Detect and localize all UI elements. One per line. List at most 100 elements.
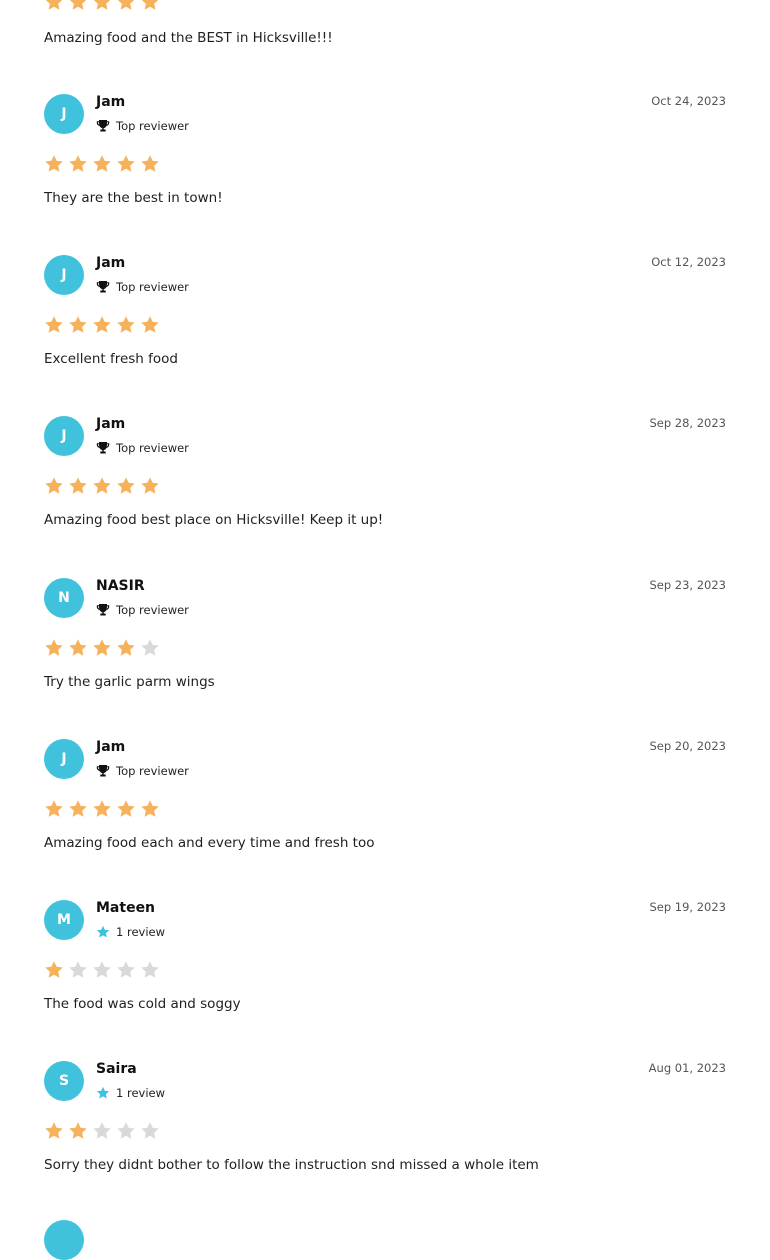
star-filled-icon xyxy=(117,316,135,333)
reviewer-name: Jam xyxy=(96,416,126,432)
rating-stars xyxy=(44,315,160,335)
reviewer-name: Mateen xyxy=(96,900,156,916)
star-filled-icon xyxy=(69,639,87,656)
avatar: J xyxy=(44,255,84,295)
review-text: Amazing food each and every time and fre… xyxy=(44,835,375,851)
rating-stars xyxy=(44,476,160,496)
reviewer-name: Jam xyxy=(96,94,126,110)
star-filled-icon xyxy=(45,800,63,817)
review-text: Excellent fresh food xyxy=(44,351,178,367)
avatar: J xyxy=(44,94,84,134)
star-filled-icon xyxy=(141,155,159,172)
star-filled-icon xyxy=(93,800,111,817)
star-icon xyxy=(96,925,110,939)
star-filled-icon xyxy=(45,316,63,333)
star-empty-icon xyxy=(93,1122,111,1139)
star-filled-icon xyxy=(117,477,135,494)
review-text: Amazing food best place on Hicksville! K… xyxy=(44,512,384,528)
top-review-stars xyxy=(44,0,160,12)
avatar: N xyxy=(44,578,84,618)
review-text: Try the garlic parm wings xyxy=(44,674,215,690)
star-empty-icon xyxy=(117,1122,135,1139)
star-filled-icon xyxy=(141,0,159,10)
badge-label: 1 review xyxy=(116,925,166,939)
star-filled-icon xyxy=(117,155,135,172)
reviewer-name: Jam xyxy=(96,739,126,755)
star-empty-icon xyxy=(141,1122,159,1139)
avatar: M xyxy=(44,900,84,940)
trophy-icon xyxy=(96,280,110,294)
star-empty-icon xyxy=(117,961,135,978)
star-filled-icon xyxy=(45,155,63,172)
review-date: Aug 01, 2023 xyxy=(648,1061,726,1075)
trophy-icon xyxy=(96,764,110,778)
top-review-text: Amazing food and the BEST in Hicksville!… xyxy=(44,30,333,46)
star-filled-icon xyxy=(69,800,87,817)
review-card: J Jam Top reviewer Sep 20, 2023 Amazing food… xyxy=(44,739,726,889)
star-filled-icon xyxy=(141,800,159,817)
star-filled-icon xyxy=(69,155,87,172)
trophy-icon xyxy=(96,603,110,617)
star-icon xyxy=(96,1086,110,1100)
reviewer-badge: 1 review xyxy=(96,925,165,939)
badge-label: Top reviewer xyxy=(116,603,189,617)
review-text: Sorry they didnt bother to follow the in… xyxy=(44,1157,539,1173)
avatar: S xyxy=(44,1061,84,1101)
reviewer-name: NASIR xyxy=(96,578,145,594)
star-filled-icon xyxy=(69,316,87,333)
trophy-icon xyxy=(96,441,110,455)
avatar xyxy=(44,1220,84,1260)
star-filled-icon xyxy=(93,639,111,656)
star-filled-icon xyxy=(93,0,111,10)
reviewer-badge: Top reviewer xyxy=(96,603,189,617)
review-card: J Jam Top reviewer Sep 28, 2023 Amazing food… xyxy=(44,416,726,566)
rating-stars xyxy=(44,960,160,980)
review-card: S Saira 1 review Aug 01, 2023 Sorry they did… xyxy=(44,1061,726,1211)
star-empty-icon xyxy=(93,961,111,978)
rating-stars xyxy=(44,638,160,658)
star-filled-icon xyxy=(93,316,111,333)
star-filled-icon xyxy=(45,961,63,978)
review-date: Oct 12, 2023 xyxy=(651,255,726,269)
star-filled-icon xyxy=(117,800,135,817)
star-filled-icon xyxy=(117,639,135,656)
rating-stars xyxy=(44,154,160,174)
star-filled-icon xyxy=(69,1122,87,1139)
reviewer-badge: Top reviewer xyxy=(96,764,189,778)
badge-label: Top reviewer xyxy=(116,119,189,133)
trophy-icon xyxy=(96,119,110,133)
star-filled-icon xyxy=(141,477,159,494)
star-filled-icon xyxy=(45,0,63,10)
review-card: N NASIR Top reviewer Sep 23, 2023 Try the ga… xyxy=(44,578,726,728)
review-date: Sep 23, 2023 xyxy=(649,578,726,592)
badge-label: Top reviewer xyxy=(116,280,189,294)
star-filled-icon xyxy=(117,0,135,10)
badge-label: 1 review xyxy=(116,1086,166,1100)
review-date: Oct 24, 2023 xyxy=(651,94,726,108)
star-filled-icon xyxy=(45,1122,63,1139)
review-card: J Jam Top reviewer Oct 12, 2023 Excellent fr… xyxy=(44,255,726,405)
review-date: Sep 28, 2023 xyxy=(649,416,726,430)
reviewer-name: Saira xyxy=(96,1061,137,1077)
badge-label: Top reviewer xyxy=(116,441,189,455)
avatar: J xyxy=(44,739,84,779)
review-date: Sep 19, 2023 xyxy=(649,900,726,914)
star-filled-icon xyxy=(69,0,87,10)
reviewer-badge: Top reviewer xyxy=(96,280,189,294)
star-filled-icon xyxy=(93,477,111,494)
review-date: Sep 20, 2023 xyxy=(649,739,726,753)
review-text: They are the best in town! xyxy=(44,190,223,206)
star-filled-icon xyxy=(45,477,63,494)
star-filled-icon xyxy=(141,316,159,333)
star-empty-icon xyxy=(141,639,159,656)
reviewer-badge: Top reviewer xyxy=(96,119,189,133)
review-card: J Jam Top reviewer Oct 24, 2023 They are the… xyxy=(44,94,726,244)
star-empty-icon xyxy=(141,961,159,978)
star-filled-icon xyxy=(45,639,63,656)
badge-label: Top reviewer xyxy=(116,764,189,778)
rating-stars xyxy=(44,799,160,819)
review-card: M Mateen 1 review Sep 19, 2023 The food was … xyxy=(44,900,726,1050)
reviewer-badge: 1 review xyxy=(96,1086,165,1100)
star-filled-icon xyxy=(93,155,111,172)
review-text: The food was cold and soggy xyxy=(44,996,241,1012)
